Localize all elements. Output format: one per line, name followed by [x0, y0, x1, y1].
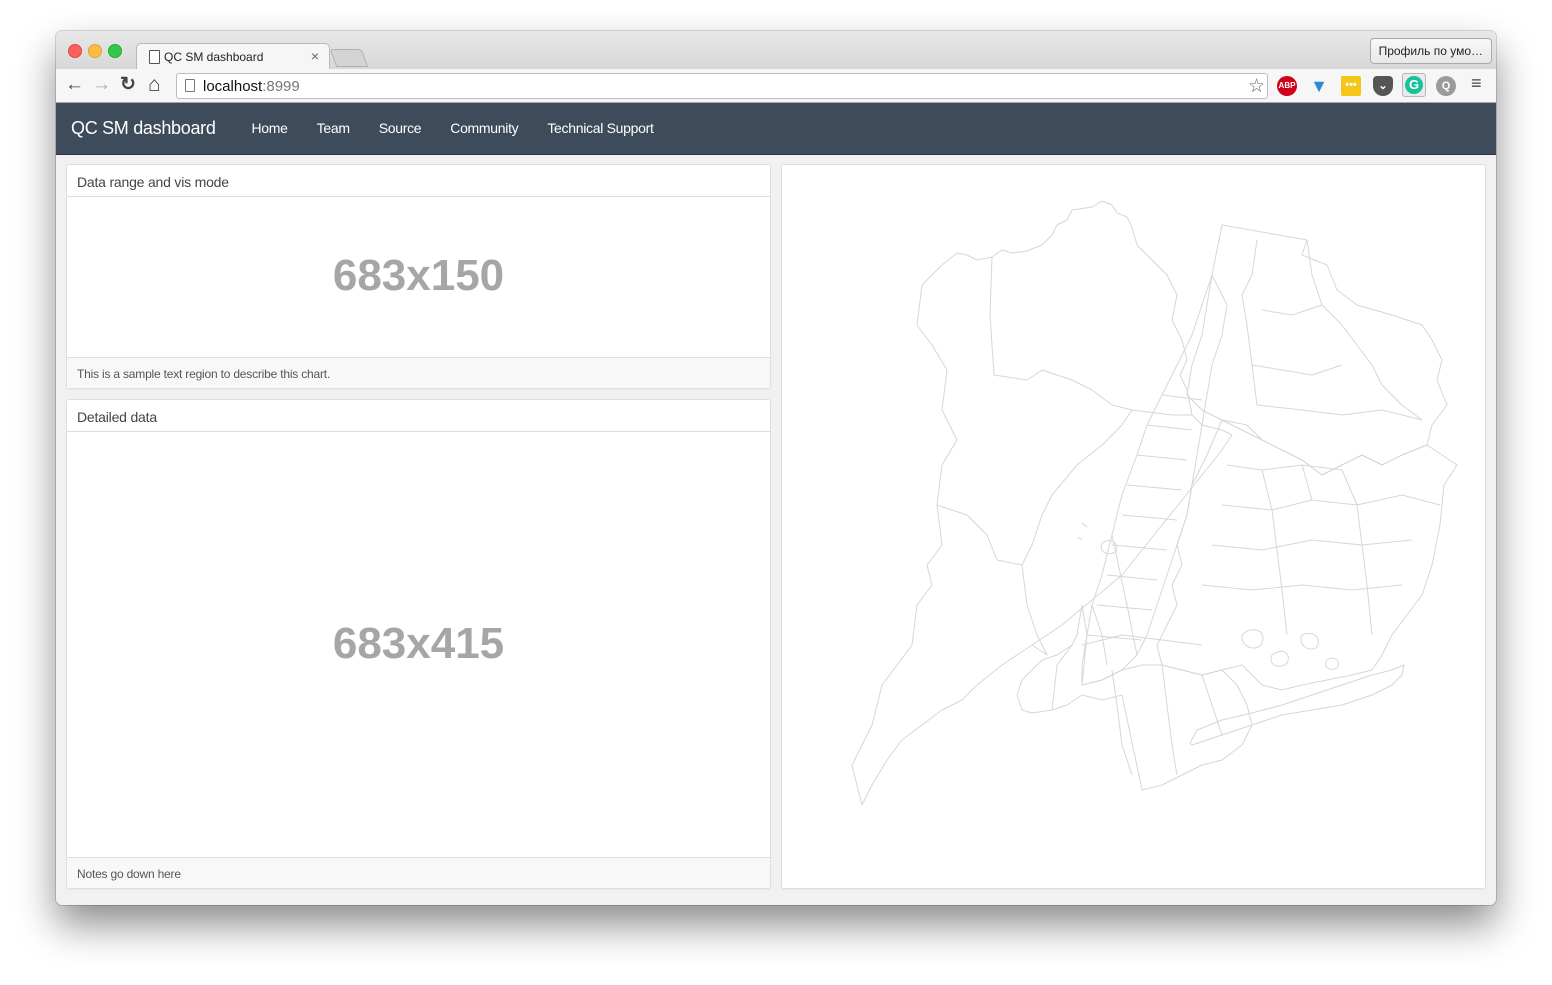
map-panel — [781, 164, 1486, 889]
profile-button[interactable]: Профиль по умо… — [1369, 38, 1492, 64]
grammarly-button[interactable]: G — [1402, 73, 1426, 97]
url-text[interactable]: localhost:8999 — [203, 78, 300, 95]
window-maximize-button[interactable] — [108, 44, 122, 58]
map-region-si-southeast — [1021, 564, 1048, 656]
browser-window: QC SM dashboard × Профиль по умо… ← → ↻ … — [56, 31, 1496, 905]
detailed-data-panel: Detailed data 683x415 Notes go down here — [66, 399, 771, 889]
map-region-queens-inner — [1201, 464, 1441, 636]
q-extension-icon[interactable]: Q — [1436, 76, 1456, 96]
tab-close-icon[interactable]: × — [311, 48, 319, 64]
pocket-icon[interactable]: ⌄ — [1373, 76, 1393, 96]
map-region-si-south — [936, 409, 1133, 566]
map-region-bronx-inner — [1241, 239, 1423, 421]
nav-links: Home Team Source Community Technical Sup… — [237, 120, 668, 136]
back-arrow-icon[interactable]: ← — [65, 74, 84, 96]
page-icon — [185, 79, 195, 92]
panel-heading: Data range and vis mode — [67, 165, 770, 197]
panel-footer: This is a sample text region to describe… — [67, 357, 770, 388]
url-host: localhost — [203, 78, 263, 95]
app-navbar: QC SM dashboard Home Team Source Communi… — [56, 103, 1496, 155]
address-bar[interactable]: localhost:8999 ☆ — [176, 73, 1268, 99]
adblock-plus-icon[interactable]: ABP — [1277, 76, 1297, 96]
page-icon — [149, 50, 160, 64]
placeholder-size-label: 683x415 — [332, 619, 505, 668]
forward-arrow-icon[interactable]: → — [92, 74, 111, 96]
panel-heading: Detailed data — [67, 400, 770, 432]
nav-technical-support[interactable]: Technical Support — [547, 120, 654, 136]
grammarly-icon: G — [1405, 76, 1423, 94]
hamburger-menu-icon[interactable]: ≡ — [1471, 73, 1482, 94]
home-icon[interactable]: ⌂ — [148, 74, 161, 96]
brand-link[interactable]: QC SM dashboard — [71, 118, 216, 139]
map-region-brooklyn — [1016, 604, 1253, 791]
bookmark-star-icon[interactable]: ☆ — [1248, 75, 1265, 98]
reload-icon[interactable]: ↻ — [120, 74, 136, 96]
map-region-si-north — [989, 256, 1192, 416]
nav-team[interactable]: Team — [317, 120, 350, 136]
panel-footer: Notes go down here — [67, 857, 770, 888]
window-close-button[interactable] — [68, 44, 82, 58]
url-port: :8999 — [262, 78, 300, 95]
map-region-queens — [1156, 419, 1458, 691]
window-minimize-button[interactable] — [88, 44, 102, 58]
tab-bar: QC SM dashboard × Профиль по умо… — [56, 31, 1496, 70]
dots-extension-icon[interactable]: ••• — [1341, 76, 1361, 96]
nyc-map[interactable] — [782, 165, 1485, 888]
placeholder-size-label: 683x150 — [332, 251, 505, 300]
tab-title: QC SM dashboard — [164, 50, 264, 64]
map-region-staten-island — [851, 200, 1233, 806]
map-region-jamaica-bay-islands — [1241, 629, 1340, 670]
nav-community[interactable]: Community — [450, 120, 518, 136]
data-range-panel: Data range and vis mode 683x150 This is … — [66, 164, 771, 389]
browser-tab[interactable]: QC SM dashboard × — [136, 43, 330, 70]
gem-extension-icon[interactable]: ▼ — [1308, 76, 1330, 96]
map-region-rockaway — [1189, 664, 1405, 746]
map-region-bronx — [1186, 224, 1448, 476]
nav-source[interactable]: Source — [379, 120, 422, 136]
nav-home[interactable]: Home — [252, 120, 288, 136]
new-tab-button[interactable] — [329, 49, 369, 67]
browser-toolbar: ← → ↻ ⌂ localhost:8999 ☆ ABP ▼ ••• ⌄ G Q… — [56, 69, 1496, 103]
map-region-manhattan — [1081, 274, 1228, 686]
